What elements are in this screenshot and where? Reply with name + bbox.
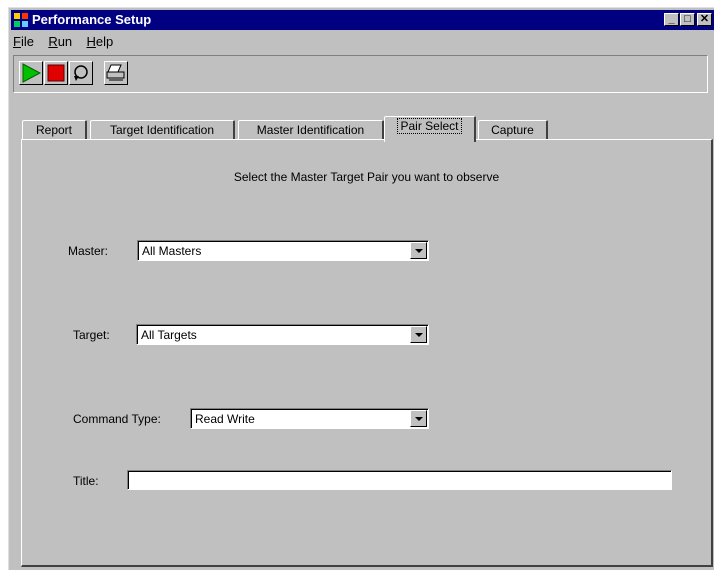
chevron-down-icon[interactable] [410,410,427,427]
command-type-value: Read Write [195,412,255,426]
menu-help[interactable]: Help [85,32,119,51]
loop-button[interactable] [69,61,93,85]
tab-pair-select[interactable]: Pair Select [384,116,476,142]
loop-icon [74,65,88,81]
tab-label: Capture [491,123,534,137]
pair-select-panel: Select the Master Target Pair you want t… [21,139,713,567]
target-label: Target: [73,328,110,342]
master-label: Master: [68,244,109,258]
print-icon [106,64,125,81]
toolbar [13,55,708,93]
title-input[interactable] [127,470,672,490]
menu-run[interactable]: Run [46,32,77,51]
tab-capture[interactable]: Capture [478,120,548,140]
print-button[interactable] [104,61,128,85]
menu-file[interactable]: File [11,32,39,51]
close-button[interactable]: ✕ [697,13,712,26]
command-type-dropdown[interactable]: Read Write [190,408,429,429]
tab-label: Report [35,123,73,137]
command-type-label: Command Type: [73,412,161,426]
tab-label: Pair Select [397,118,462,134]
master-value: All Masters [142,244,202,258]
play-button[interactable] [19,61,43,85]
title-bar[interactable]: Performance Setup _ □ ✕ [11,10,714,30]
master-dropdown[interactable]: All Masters [137,240,429,261]
tab-report[interactable]: Report [22,120,87,140]
app-icon [13,12,29,28]
target-dropdown[interactable]: All Targets [136,324,429,345]
performance-setup-window: Performance Setup _ □ ✕ File Run Help Re… [8,7,714,570]
target-value: All Targets [141,328,197,342]
instruction-text: Select the Master Target Pair you want t… [233,170,500,184]
window-title: Performance Setup [32,12,152,27]
tab-label: Master Identification [256,123,365,137]
maximize-button[interactable]: □ [680,13,695,26]
stop-icon [47,64,65,82]
minimize-button[interactable]: _ [664,13,679,26]
chevron-down-icon[interactable] [410,326,427,343]
title-label: Title: [73,474,99,488]
chevron-down-icon[interactable] [410,242,427,259]
stop-button[interactable] [44,61,68,85]
menu-bar: File Run Help [11,32,122,52]
play-icon [22,63,42,83]
tab-label: Target Identification [109,123,215,137]
tab-target-identification[interactable]: Target Identification [90,120,235,140]
tab-master-identification[interactable]: Master Identification [238,120,384,140]
